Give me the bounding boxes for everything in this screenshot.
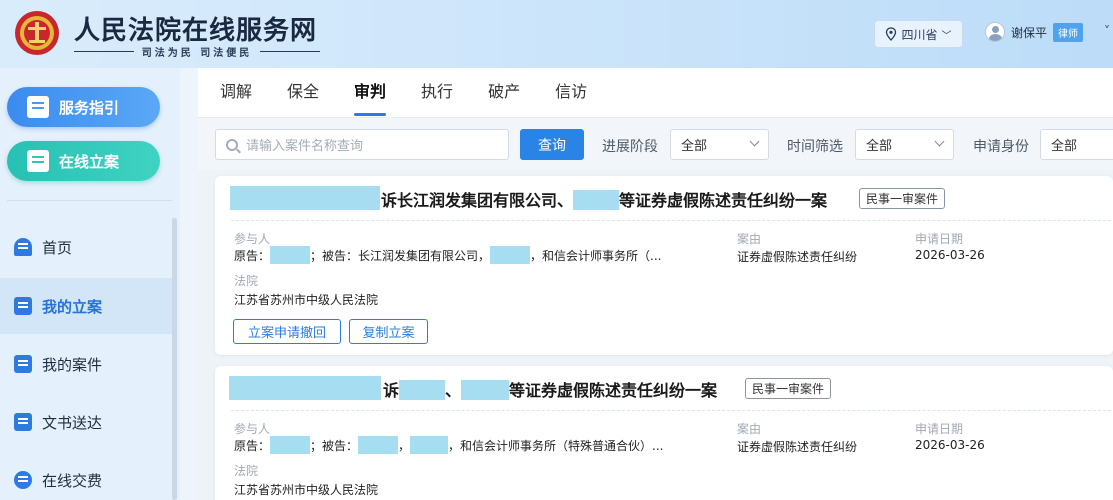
redacted-block xyxy=(270,246,311,264)
avatar xyxy=(985,22,1005,42)
edit-icon xyxy=(14,297,32,315)
time-select[interactable]: 全部 xyxy=(855,129,954,160)
time-select-value: 全部 xyxy=(866,139,893,154)
case-title[interactable]: 诉、等证券虚假陈述责任纠纷一案 xyxy=(383,377,717,401)
stage-filter-label: 进展阶段 xyxy=(602,139,658,155)
party-value: 原告： ；被告：，，和信会计师事务所（特殊普通合伙）... xyxy=(234,436,664,454)
search-icon xyxy=(226,138,238,151)
redacted-block xyxy=(410,436,449,454)
site-title: 人民法院在线服务网 xyxy=(74,16,318,46)
sidebar: 服务指引 在线立案 首页 我的立案 我的案件 文书送达 在线交费 xyxy=(0,68,180,500)
online-filing-label: 在线立案 xyxy=(59,152,120,171)
sidebar-item-label: 首页 xyxy=(42,238,73,257)
sidebar-item-label: 我的立案 xyxy=(42,297,103,316)
identity-filter-label: 申请身份 xyxy=(973,139,1029,155)
tab-trial[interactable]: 审判 xyxy=(354,80,387,116)
user-menu[interactable]: 谢保平 律师 xyxy=(985,22,1084,42)
search-placeholder: 请输入案件名称查询 xyxy=(246,139,364,154)
case-type-badge: 民事一审案件 xyxy=(745,378,832,399)
chevron-down-icon: ﹀ xyxy=(941,30,952,42)
region-selector[interactable]: 四川省 ﹀ xyxy=(874,20,963,48)
main-panel: 调解 保全 审判 执行 破产 信访 请输入案件名称查询 查询 进展阶段 全部 时… xyxy=(198,68,1113,500)
chevron-down-icon[interactable]: ˅ xyxy=(1104,24,1110,38)
tab-petition[interactable]: 信访 xyxy=(555,80,587,116)
redacted-block xyxy=(399,380,446,400)
sidebar-item-label: 我的案件 xyxy=(42,355,103,374)
chevron-down-icon xyxy=(749,136,760,147)
filter-bar: 请输入案件名称查询 查询 进展阶段 全部 时间筛选 全部 申请身份 全部 xyxy=(198,118,1113,170)
monitor-icon xyxy=(14,413,32,431)
redacted-block xyxy=(270,436,311,454)
cause-label: 案由 xyxy=(737,232,762,246)
court-label: 法院 xyxy=(234,464,259,478)
identity-select[interactable]: 全部 xyxy=(1040,129,1113,160)
edit-doc-icon xyxy=(27,150,49,172)
sidebar-scrollbar[interactable] xyxy=(172,218,177,500)
sidebar-item-my-filings[interactable]: 我的立案 xyxy=(0,278,172,334)
sidebar-item-online-payment[interactable]: 在线交费 xyxy=(0,452,172,500)
tab-mediation[interactable]: 调解 xyxy=(220,80,252,116)
date-value: 2026-03-26 xyxy=(915,248,985,262)
sidebar-divider xyxy=(7,200,172,201)
dashed-divider xyxy=(231,220,1113,221)
case-title[interactable]: 诉长江润发集团有限公司、 等证券虚假陈述责任纠纷一案 xyxy=(381,187,827,211)
date-value: 2026-03-26 xyxy=(915,438,985,452)
copy-filing-button[interactable]: 复制立案 xyxy=(349,319,428,344)
party-label: 参与人 xyxy=(234,232,271,246)
redacted-block xyxy=(490,246,531,264)
sidebar-item-label: 在线交费 xyxy=(42,471,103,490)
cause-label: 案由 xyxy=(737,422,762,436)
tab-preservation[interactable]: 保全 xyxy=(287,80,319,116)
service-guide-button[interactable]: 服务指引 xyxy=(7,87,160,127)
sidebar-item-my-cases[interactable]: 我的案件 xyxy=(0,336,172,392)
site-header: 人民法院在线服务网 司法为民 司法便民 四川省 ﹀ 谢保平 律师 ˅ xyxy=(0,0,1113,68)
date-label: 申请日期 xyxy=(915,422,964,436)
case-card[interactable]: 诉、等证券虚假陈述责任纠纷一案 民事一审案件 参与人 原告： ；被告：，，和信会计… xyxy=(215,366,1113,500)
tab-bankruptcy[interactable]: 破产 xyxy=(488,80,520,116)
party-value: 原告： ；被告：长江润发集团有限公司， ，和信会计师事务所（... xyxy=(234,246,661,264)
home-icon xyxy=(14,238,32,256)
case-card[interactable]: 诉长江润发集团有限公司、 等证券虚假陈述责任纠纷一案 民事一审案件 参与人 原告：… xyxy=(215,176,1113,355)
redacted-block xyxy=(229,376,381,400)
tab-execution[interactable]: 执行 xyxy=(421,80,453,116)
redacted-block xyxy=(230,186,380,210)
identity-select-value: 全部 xyxy=(1051,139,1078,154)
location-pin-icon xyxy=(886,27,897,41)
redacted-block xyxy=(573,190,620,210)
chevron-down-icon xyxy=(934,136,945,147)
case-list: 诉长江润发集团有限公司、 等证券虚假陈述责任纠纷一案 民事一审案件 参与人 原告：… xyxy=(198,170,1113,500)
role-badge: 律师 xyxy=(1053,22,1084,42)
clipboard-icon xyxy=(14,355,32,373)
service-guide-label: 服务指引 xyxy=(59,98,120,117)
sidebar-item-label: 文书送达 xyxy=(42,413,103,432)
payment-icon xyxy=(14,471,32,489)
court-emblem-icon xyxy=(15,11,59,55)
party-label: 参与人 xyxy=(234,422,271,436)
date-label: 申请日期 xyxy=(915,232,964,246)
court-value: 江苏省苏州市中级人民法院 xyxy=(234,483,379,497)
sidebar-item-home[interactable]: 首页 xyxy=(0,219,172,275)
cause-value: 证券虚假陈述责任纠纷 xyxy=(737,440,858,454)
search-input[interactable]: 请输入案件名称查询 xyxy=(215,129,509,160)
stage-select[interactable]: 全部 xyxy=(670,129,769,160)
time-filter-label: 时间筛选 xyxy=(787,139,843,155)
cause-value: 证券虚假陈述责任纠纷 xyxy=(737,250,858,264)
online-filing-button[interactable]: 在线立案 xyxy=(7,141,160,181)
court-value: 江苏省苏州市中级人民法院 xyxy=(234,293,379,307)
query-button[interactable]: 查询 xyxy=(520,129,584,160)
case-type-badge: 民事一审案件 xyxy=(859,188,946,209)
tab-bar: 调解 保全 审判 执行 破产 信访 xyxy=(220,80,587,116)
region-label: 四川省 xyxy=(901,27,938,42)
redacted-block xyxy=(358,436,399,454)
withdraw-filing-button[interactable]: 立案申请撤回 xyxy=(233,319,341,344)
redacted-block xyxy=(461,380,510,400)
stage-select-value: 全部 xyxy=(681,139,708,154)
site-subtitle: 司法为民 司法便民 xyxy=(74,44,321,59)
user-name: 谢保平 xyxy=(1011,25,1048,40)
dashed-divider xyxy=(231,410,1113,411)
court-label: 法院 xyxy=(234,274,259,288)
sidebar-item-document-delivery[interactable]: 文书送达 xyxy=(0,394,172,450)
guide-doc-icon xyxy=(27,96,49,118)
